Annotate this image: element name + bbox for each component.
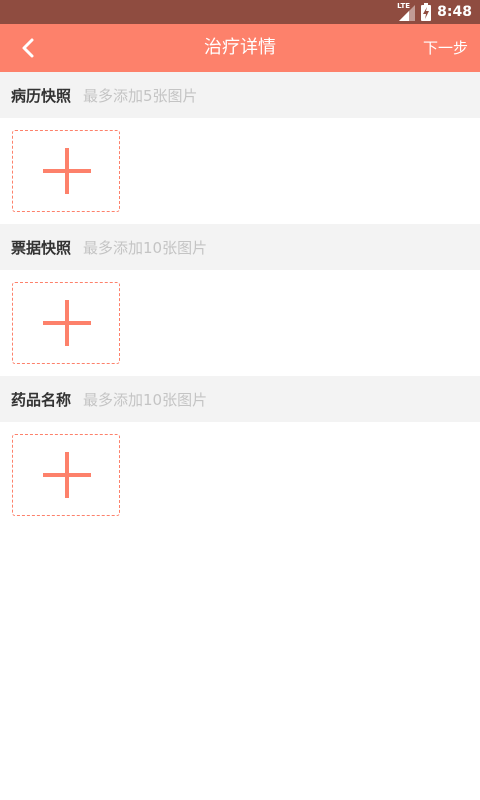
section-hint: 最多添加5张图片 bbox=[83, 86, 198, 105]
back-button[interactable] bbox=[12, 32, 44, 64]
section-hint: 最多添加10张图片 bbox=[83, 390, 208, 409]
section-body bbox=[0, 270, 480, 376]
plus-icon bbox=[43, 300, 91, 346]
medicine-section: 药品名称 最多添加10张图片 bbox=[0, 376, 480, 528]
plus-icon bbox=[43, 452, 91, 498]
treatment-detail-form: 病历快照 最多添加5张图片 票据快照 最多添加10张图片 药品名称 最多添加10… bbox=[0, 72, 480, 528]
add-photo-button[interactable] bbox=[12, 282, 120, 364]
status-bar: LTE 8:48 bbox=[0, 0, 480, 24]
medical-record-section: 病历快照 最多添加5张图片 bbox=[0, 72, 480, 224]
section-header: 药品名称 最多添加10张图片 bbox=[0, 376, 480, 422]
app-bar: 治疗详情 下一步 bbox=[0, 24, 480, 72]
section-header: 病历快照 最多添加5张图片 bbox=[0, 72, 480, 118]
receipt-section: 票据快照 最多添加10张图片 bbox=[0, 224, 480, 376]
status-clock: 8:48 bbox=[437, 4, 472, 20]
add-photo-button[interactable] bbox=[12, 130, 120, 212]
next-step-button[interactable]: 下一步 bbox=[423, 24, 468, 72]
battery-charging-icon bbox=[421, 3, 432, 21]
plus-icon bbox=[43, 148, 91, 194]
section-hint: 最多添加10张图片 bbox=[83, 238, 208, 257]
section-title: 药品名称 bbox=[11, 390, 72, 409]
status-icons: LTE 8:48 bbox=[397, 0, 472, 24]
chevron-left-icon bbox=[22, 38, 34, 58]
section-body bbox=[0, 422, 480, 528]
section-header: 票据快照 最多添加10张图片 bbox=[0, 224, 480, 270]
page-title: 治疗详情 bbox=[204, 37, 276, 58]
add-photo-button[interactable] bbox=[12, 434, 120, 516]
signal-strength-icon bbox=[399, 5, 416, 21]
section-body bbox=[0, 118, 480, 224]
section-title: 病历快照 bbox=[11, 86, 72, 105]
section-title: 票据快照 bbox=[11, 238, 72, 257]
lte-signal-icon: LTE bbox=[397, 3, 416, 21]
